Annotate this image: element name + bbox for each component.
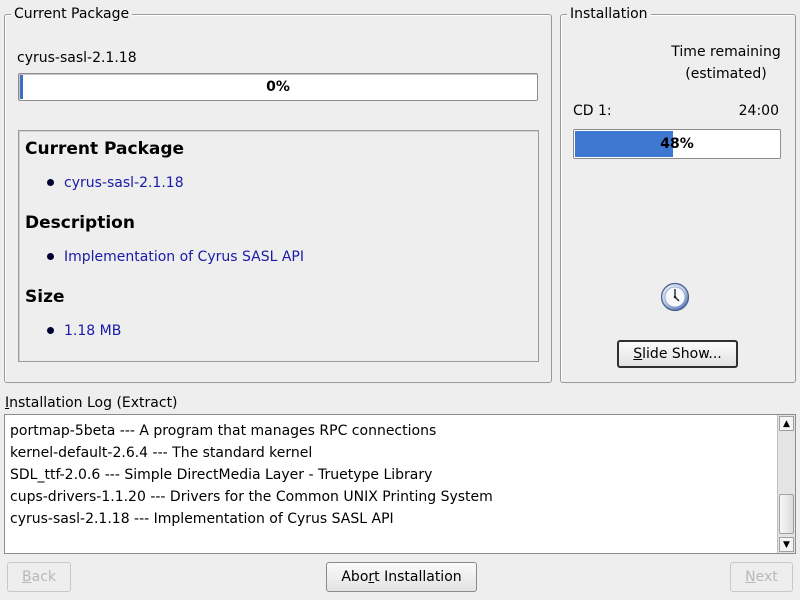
log-line: portmap-5beta --- A program that manages… [10, 423, 437, 439]
back-label: ack [31, 569, 56, 585]
next-button[interactable]: Next [730, 562, 793, 592]
time-remaining-label: Time remaining (estimated) [663, 41, 789, 85]
bullet-icon [47, 327, 54, 334]
package-info-box: Current Package cyrus-sasl-2.1.18 Descri… [18, 130, 539, 362]
installation-frame: Installation Time remaining (estimated) … [560, 6, 796, 383]
abort-label-end: t Installation [374, 569, 462, 585]
scroll-down-arrow-icon[interactable]: ▼ [779, 537, 794, 552]
back-button[interactable]: Back [7, 562, 71, 592]
installation-log-label: Installation Log (Extract) [5, 394, 178, 412]
info-heading-package: Current Package [25, 139, 185, 159]
info-heading-description: Description [25, 213, 135, 233]
slide-show-button[interactable]: Slide Show... [617, 340, 738, 368]
time-remaining-line2: (estimated) [685, 66, 767, 82]
next-label: ext [755, 569, 778, 585]
log-scrollbar[interactable]: ▲ ▼ [777, 415, 795, 553]
log-line: SDL_ttf-2.0.6 --- Simple DirectMedia Lay… [10, 467, 433, 483]
cd-progress-bar: 48% [573, 129, 781, 159]
bullet-icon [47, 179, 54, 186]
cd-progress-text: 48% [660, 136, 694, 152]
info-value-description: Implementation of Cyrus SASL API [64, 249, 305, 265]
log-label-text: nstallation Log (Extract) [9, 395, 178, 411]
slide-show-mnemonic: S [633, 346, 643, 362]
abort-installation-button[interactable]: Abort Installation [326, 562, 477, 592]
log-line: kernel-default-2.6.4 --- The standard ke… [10, 445, 313, 461]
current-package-name: cyrus-sasl-2.1.18 [17, 50, 137, 66]
log-line-partial [10, 415, 14, 422]
slide-show-label: lide Show... [642, 346, 722, 362]
info-value-size: 1.18 MB [64, 323, 122, 339]
scroll-thumb[interactable] [779, 494, 794, 534]
package-progress-bar: 0% [18, 73, 538, 101]
installation-frame-title: Installation [567, 6, 651, 22]
next-mnemonic: N [745, 569, 756, 585]
clock-icon [660, 282, 690, 312]
log-line: cyrus-sasl-2.1.18 --- Implementation of … [10, 511, 394, 527]
scroll-up-arrow-icon[interactable]: ▲ [779, 416, 794, 431]
cd-label: CD 1: [573, 103, 612, 119]
current-package-frame-title: Current Package [11, 6, 133, 22]
log-line: cups-drivers-1.1.20 --- Drivers for the … [10, 489, 493, 505]
package-progress-text: 0% [266, 79, 290, 95]
info-value-package: cyrus-sasl-2.1.18 [64, 175, 184, 191]
back-mnemonic: B [22, 569, 32, 585]
abort-label-start: Abo [341, 569, 369, 585]
installation-log[interactable]: portmap-5beta --- A program that manages… [4, 414, 796, 554]
time-remaining-line1: Time remaining [671, 44, 781, 60]
info-heading-size: Size [25, 287, 65, 307]
cd-time-remaining: 24:00 [738, 103, 779, 119]
current-package-frame: Current Package cyrus-sasl-2.1.18 0% Cur… [4, 6, 552, 383]
bullet-icon [47, 253, 54, 260]
